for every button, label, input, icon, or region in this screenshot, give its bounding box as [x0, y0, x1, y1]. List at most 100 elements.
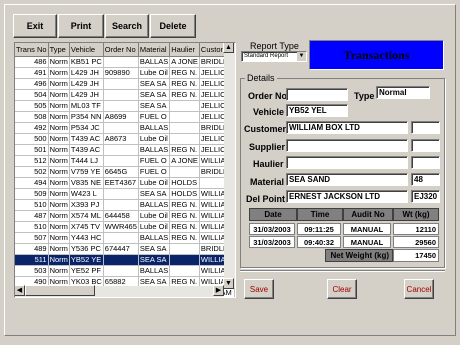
- column-header[interactable]: Vehicle: [69, 43, 104, 57]
- order-no-field[interactable]: [286, 88, 348, 101]
- table-row[interactable]: 510 Norm X393 PJ BALLAS REG N. WILLIAM: [15, 199, 235, 211]
- weight2-date: 31/03/2003: [249, 236, 295, 248]
- table-row[interactable]: 486 Norm KB51 PC BALLAS A JONE BRIDLE: [15, 56, 235, 68]
- table-cell: Norm: [48, 56, 70, 68]
- table-row[interactable]: 502 Norm V759 YE 6645G FUEL O BRIDLE: [15, 166, 235, 178]
- net-weight-value: 17450: [393, 249, 439, 262]
- table-cell: 502: [15, 166, 49, 178]
- table-cell: T439 AC: [69, 133, 104, 145]
- table-cell: 6645G: [103, 166, 139, 178]
- delete-button[interactable]: Delete: [150, 14, 196, 38]
- banner-title: Transactions: [343, 47, 410, 62]
- table-cell: Norm: [48, 166, 70, 178]
- audit-no-header: Audit No: [343, 208, 393, 221]
- table-row[interactable]: 503 Norm YE52 PF BALLAS WILLIAM: [15, 265, 235, 277]
- table-row[interactable]: 509 Norm W423 L SEA SA HOLDS WILLIAM: [15, 188, 235, 200]
- table-cell: Norm: [48, 100, 70, 112]
- table-cell: 486: [15, 56, 49, 68]
- table-cell: Y443 HC: [69, 232, 104, 244]
- del-point-field[interactable]: ERNEST JACKSON LTD: [286, 190, 408, 203]
- table-cell: [169, 243, 200, 255]
- details-title: Details: [245, 73, 277, 83]
- weight1-date: 31/03/2003: [249, 223, 295, 235]
- column-header[interactable]: Trans No: [15, 43, 49, 57]
- table-cell: BALLAS: [138, 144, 171, 156]
- table-cell: [169, 254, 200, 266]
- column-header[interactable]: Type: [48, 43, 70, 57]
- del-point-label: Del Point: [246, 194, 286, 204]
- transactions-grid[interactable]: Trans No Type Vehicle Order No Material Hauli…: [14, 42, 236, 298]
- supplier-code-field[interactable]: [411, 139, 440, 152]
- column-header[interactable]: Material: [138, 43, 171, 57]
- vehicle-field[interactable]: YB52 YEL: [286, 104, 348, 117]
- table-cell: V835 NE: [69, 177, 104, 189]
- table-row[interactable]: 512 Norm T444 LJ FUEL OA JONE WILLIAM: [15, 155, 235, 167]
- weight1-value: 12110: [393, 223, 439, 235]
- table-row[interactable]: 492 Norm P534 JC BALLAS BRIDLE: [15, 122, 235, 134]
- table-cell: SEA SA: [138, 243, 171, 255]
- material-code-field[interactable]: 48: [411, 173, 440, 186]
- table-row[interactable]: 511 Norm YB52 YE SEA SA WILLIAM: [15, 254, 235, 266]
- table-row[interactable]: 496 Norm L429 JH SEA SA REG N. JELLICO: [15, 78, 235, 90]
- table-cell: HOLDS: [169, 177, 200, 189]
- table-cell: Norm: [48, 232, 70, 244]
- table-cell: REG N.: [169, 144, 200, 156]
- table-cell: 508: [15, 111, 49, 123]
- table-row[interactable]: 487 Norm X574 ML 644458 Lube Oil REG N. WILLIA…: [15, 210, 235, 222]
- table-cell: [103, 232, 139, 244]
- material-field[interactable]: SEA SAND: [286, 173, 408, 186]
- clear-button[interactable]: Clear: [327, 279, 357, 299]
- scroll-right-icon[interactable]: ▶: [213, 285, 224, 296]
- report-type-select[interactable]: Standard Report ▼: [241, 51, 307, 62]
- table-cell: YB52 YE: [69, 254, 104, 266]
- table-cell: REG N.: [169, 67, 200, 79]
- table-row[interactable]: 500 Norm T439 AC A8673 Lube Oil JELLICO: [15, 133, 235, 145]
- column-header[interactable]: Order No: [103, 43, 139, 57]
- type-field[interactable]: Normal: [376, 86, 430, 99]
- scroll-up-icon[interactable]: ▲: [223, 43, 234, 53]
- table-cell: X574 ML: [69, 210, 104, 222]
- table-cell: T444 LJ: [69, 155, 104, 167]
- table-cell: [103, 78, 139, 90]
- scroll-left-icon[interactable]: ◀: [15, 285, 25, 296]
- table-cell: Lube Oil: [138, 67, 171, 79]
- table-cell: Lube Oil: [138, 221, 171, 233]
- material-label: Material: [250, 177, 285, 187]
- table-row[interactable]: 504 Norm L429 JH SEA SA REG N. JELLICO: [15, 89, 235, 101]
- customer-code-field[interactable]: [411, 121, 440, 134]
- table-cell: BALLAS: [138, 265, 171, 277]
- cancel-button[interactable]: Cancel: [404, 279, 434, 299]
- search-button[interactable]: Search: [105, 14, 149, 38]
- date-header: Date: [249, 208, 297, 221]
- print-button[interactable]: Print: [58, 14, 104, 38]
- table-cell: 510: [15, 199, 49, 211]
- table-row[interactable]: 489 Norm Y536 PC 674447 SEA SA BRIDLE: [15, 243, 235, 255]
- haulier-code-field[interactable]: [411, 156, 440, 169]
- table-cell: REG N.: [169, 78, 200, 90]
- scroll-down-icon[interactable]: ▼: [223, 278, 234, 289]
- table-row[interactable]: 494 Norm V835 NE EET4367 Lube Oil HOLDS: [15, 177, 235, 189]
- save-button[interactable]: Save: [244, 279, 274, 299]
- type-label: Type: [354, 91, 375, 101]
- chevron-down-icon[interactable]: ▼: [297, 52, 306, 61]
- table-row[interactable]: 501 Norm T439 AC BALLAS REG N. JELLICO: [15, 144, 235, 156]
- horizontal-scrollbar[interactable]: ◀ ▶: [15, 285, 224, 297]
- table-cell: 909890: [103, 67, 139, 79]
- table-row[interactable]: 505 Norm ML03 TF SEA SA JELLICO: [15, 100, 235, 112]
- table-cell: REG N.: [169, 199, 200, 211]
- exit-button[interactable]: Exit: [13, 14, 57, 38]
- customer-field[interactable]: WILLIAM BOX LTD: [286, 121, 408, 134]
- save-button-label: Save: [249, 284, 269, 294]
- vertical-scrollbar[interactable]: ▲ ▼: [223, 43, 235, 289]
- table-cell: A8699: [103, 111, 139, 123]
- scroll-thumb[interactable]: [25, 285, 95, 296]
- supplier-field[interactable]: [286, 139, 408, 152]
- column-header[interactable]: Haulier: [169, 43, 200, 57]
- haulier-field[interactable]: [286, 156, 408, 169]
- table-row[interactable]: 491 Norm L429 JH 909890 Lube Oil REG N. JELLIC…: [15, 67, 235, 79]
- del-point-code-field[interactable]: EJ320: [411, 190, 440, 203]
- table-row[interactable]: 507 Norm Y443 HC BALLAS REG N. WILLIAM: [15, 232, 235, 244]
- table-cell: Norm: [48, 254, 70, 266]
- table-row[interactable]: 508 Norm P354 NN A8699 FUEL O JELLICO: [15, 111, 235, 123]
- table-row[interactable]: 510 Norm X745 TV WWR465 Lube Oil REG N. WILLIA…: [15, 221, 235, 233]
